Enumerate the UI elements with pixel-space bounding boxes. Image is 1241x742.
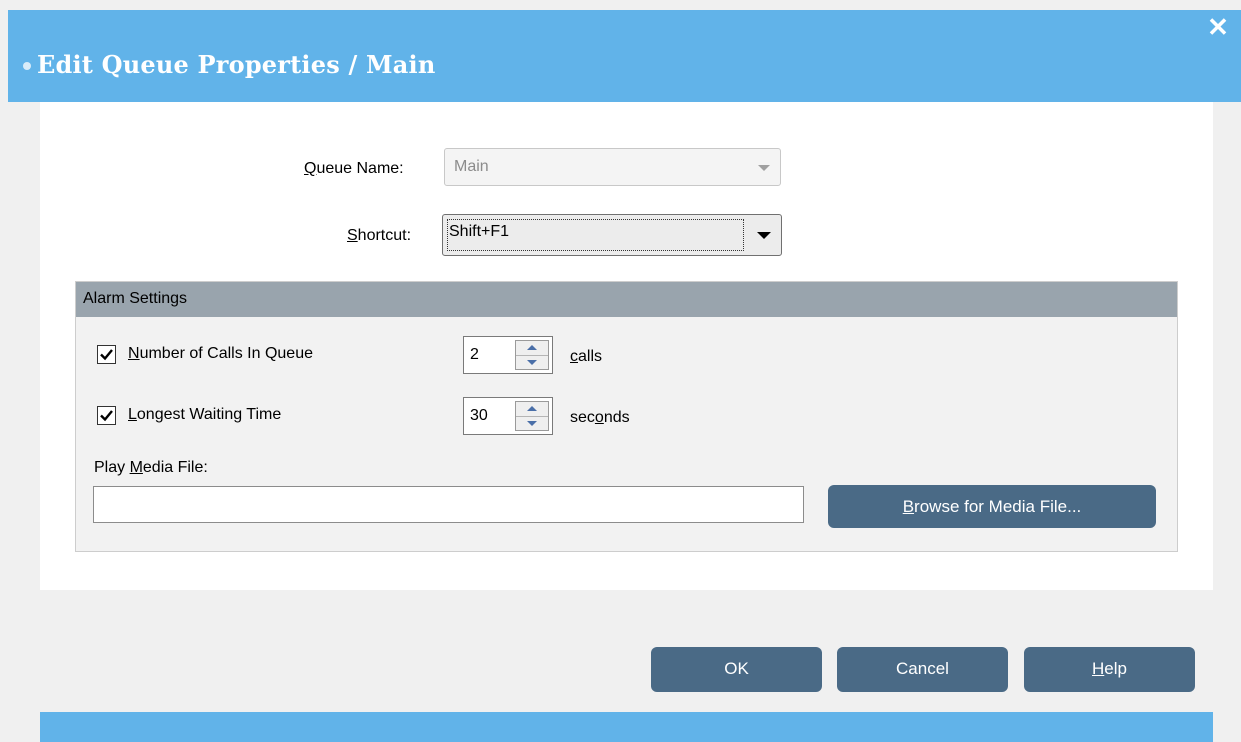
media-file-input[interactable] — [93, 486, 804, 523]
help-button[interactable]: Help — [1024, 647, 1195, 692]
alarm-settings-title: Alarm Settings — [83, 290, 188, 307]
spin-down-icon[interactable] — [516, 356, 548, 370]
waiting-label-accel: L — [128, 406, 137, 423]
calls-checkbox[interactable] — [97, 345, 116, 364]
waiting-unit-pre: sec — [570, 409, 595, 426]
waiting-label-text: ongest Waiting Time — [136, 406, 282, 423]
calls-spin-buttons — [515, 340, 549, 370]
queue-name-label-accel: Q — [304, 160, 317, 177]
calls-value[interactable]: 2 — [470, 346, 479, 364]
shortcut-label-text: hortcut: — [357, 227, 412, 244]
calls-unit-accel: c — [570, 348, 578, 365]
waiting-value[interactable]: 30 — [470, 407, 488, 425]
spin-up-icon[interactable] — [516, 341, 548, 356]
waiting-spinner[interactable]: 30 — [463, 397, 553, 435]
chevron-down-icon[interactable] — [757, 232, 771, 239]
waiting-checkbox-label[interactable]: Longest Waiting Time — [128, 406, 281, 424]
checkmark-icon — [100, 410, 113, 422]
shortcut-label-accel: S — [347, 227, 358, 244]
media-label-accel: M — [129, 459, 143, 476]
title-bullet-icon — [23, 62, 31, 70]
browse-label-text: rowse for Media File... — [914, 497, 1082, 516]
calls-label-accel: N — [128, 345, 140, 362]
right-strip — [1213, 102, 1241, 742]
browse-media-button[interactable]: Browse for Media File... — [828, 485, 1156, 528]
waiting-spin-buttons — [515, 401, 549, 431]
queue-name-value: Main — [454, 158, 489, 175]
alarm-settings-header: Alarm Settings — [76, 282, 1177, 317]
bottom-bar — [40, 712, 1213, 742]
media-label-pre: Play — [94, 459, 130, 476]
queue-name-label: Queue Name: — [304, 160, 404, 178]
media-file-label: Play Media File: — [94, 459, 208, 477]
waiting-unit-post: nds — [603, 409, 630, 426]
calls-spinner[interactable]: 2 — [463, 336, 553, 374]
queue-name-combo: Main — [444, 148, 781, 186]
calls-unit-text: alls — [578, 348, 603, 365]
waiting-unit-accel: o — [594, 409, 604, 426]
waiting-checkbox[interactable] — [97, 406, 116, 425]
help-label-text: elp — [1104, 659, 1127, 678]
ok-button[interactable]: OK — [651, 647, 822, 692]
checkmark-icon — [100, 349, 113, 361]
spin-down-icon[interactable] — [516, 417, 548, 431]
chevron-down-icon — [758, 165, 770, 171]
close-button[interactable]: ✕ — [1203, 12, 1233, 42]
calls-unit: calls — [570, 348, 602, 366]
calls-checkbox-label[interactable]: Number of Calls In Queue — [128, 345, 313, 363]
browse-label-accel: B — [902, 497, 915, 516]
title-bar: Edit Queue Properties / Main — [8, 10, 1241, 102]
media-label-post: edia File: — [142, 459, 208, 476]
queue-name-label-text: ueue Name: — [316, 160, 404, 177]
spin-up-icon[interactable] — [516, 402, 548, 417]
waiting-unit: seconds — [570, 409, 630, 427]
shortcut-value: Shift+F1 — [449, 223, 510, 240]
help-label-accel: H — [1092, 659, 1105, 678]
calls-label-text: umber of Calls In Queue — [139, 345, 313, 362]
cancel-button[interactable]: Cancel — [837, 647, 1008, 692]
shortcut-select[interactable]: Shift+F1 — [442, 214, 782, 256]
shortcut-label: Shortcut: — [347, 227, 411, 245]
dialog-title: Edit Queue Properties / Main — [37, 50, 436, 79]
